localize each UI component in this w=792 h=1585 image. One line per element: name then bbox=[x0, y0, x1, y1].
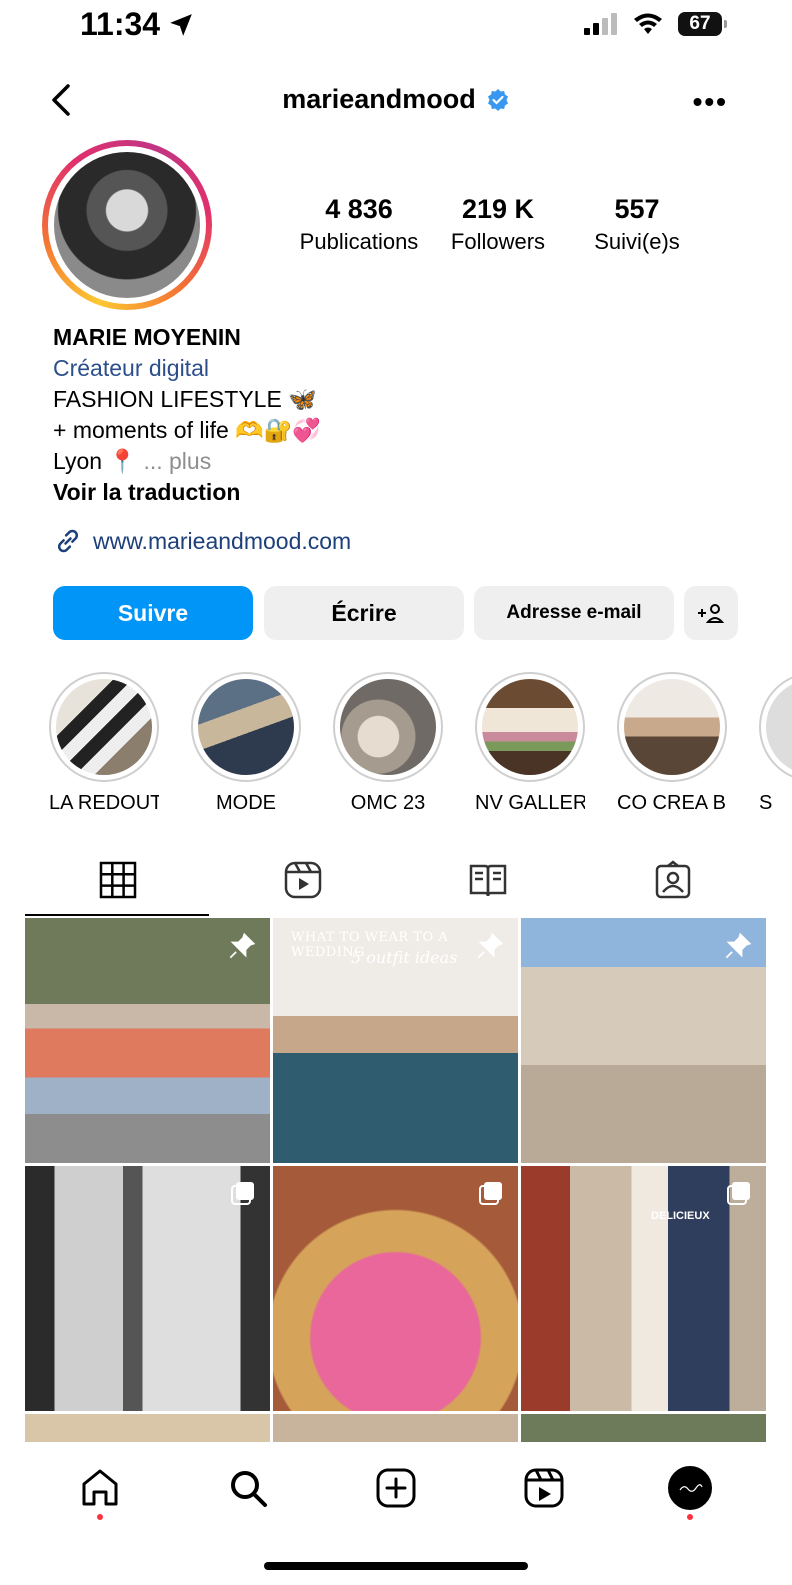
battery-indicator: 67 bbox=[678, 12, 727, 36]
reels-icon[interactable] bbox=[522, 1466, 566, 1510]
profile-notification-dot bbox=[687, 1514, 693, 1520]
profile-avatar-logo-icon bbox=[679, 1484, 703, 1492]
highlight-nv-gallery[interactable]: NV GALLERY bbox=[475, 672, 585, 815]
highlight-co-crea[interactable]: CO CREA BI... bbox=[617, 672, 727, 815]
active-tab-indicator bbox=[25, 914, 209, 916]
search-icon[interactable] bbox=[226, 1466, 270, 1510]
profile-nav-avatar[interactable] bbox=[668, 1466, 712, 1510]
avatar-border bbox=[48, 146, 206, 304]
multiple-posts-icon bbox=[479, 1182, 502, 1205]
profile-category[interactable]: Créateur digital bbox=[53, 353, 321, 384]
bio-line-3-row: Lyon 📍 ... plus bbox=[53, 446, 321, 477]
highlight-label: OMC 23 bbox=[350, 792, 426, 814]
highlight-label: MODE bbox=[216, 792, 276, 814]
pin-icon bbox=[229, 932, 256, 959]
bio-line-2: + moments of life 🫶🔐💞 bbox=[53, 417, 322, 443]
location-arrow-icon bbox=[170, 13, 192, 36]
status-time: 11:34 bbox=[80, 6, 194, 43]
wifi-icon bbox=[634, 13, 662, 34]
status-icons: 67 bbox=[584, 12, 727, 36]
profile-avatar[interactable] bbox=[42, 140, 212, 310]
post-4[interactable] bbox=[25, 1166, 270, 1411]
highlight-ring bbox=[475, 672, 585, 782]
follow-button[interactable]: Suivre bbox=[53, 586, 253, 640]
post-7[interactable] bbox=[25, 1414, 270, 1444]
profile-name: MARIE MOYENIN bbox=[53, 324, 241, 350]
stat-posts[interactable]: 4 836 Publications bbox=[296, 194, 422, 255]
signal-icon bbox=[584, 13, 617, 35]
post-2-script: 5 outfit ideas bbox=[351, 948, 458, 967]
verified-badge-icon bbox=[487, 88, 508, 111]
battery-level: 67 bbox=[689, 13, 711, 34]
stat-followers-label: Followers bbox=[450, 229, 546, 254]
multiple-posts-icon bbox=[231, 1182, 254, 1205]
clock-text: 11:34 bbox=[80, 6, 161, 42]
post-1[interactable] bbox=[25, 918, 270, 1163]
highlight-label: NV GALLERY bbox=[475, 792, 585, 814]
see-translation-link[interactable]: Voir la traduction bbox=[53, 477, 321, 508]
highlight-label: S bbox=[759, 792, 773, 814]
post-3[interactable] bbox=[521, 918, 766, 1163]
highlight-image bbox=[56, 679, 152, 775]
highlight-image bbox=[482, 679, 578, 775]
highlight-ring bbox=[759, 672, 792, 782]
home-notification-dot bbox=[97, 1514, 103, 1520]
stat-followers[interactable]: 219 K Followers bbox=[438, 194, 558, 255]
highlight-image bbox=[340, 679, 436, 775]
email-button[interactable]: Adresse e-mail bbox=[474, 586, 674, 640]
post-5[interactable] bbox=[273, 1166, 518, 1411]
add-user-icon bbox=[698, 604, 725, 623]
guides-tab-icon[interactable] bbox=[468, 860, 508, 900]
more-options-icon[interactable]: ••• bbox=[693, 86, 728, 118]
reels-tab-icon[interactable] bbox=[283, 860, 323, 900]
highlight-mode[interactable]: MODE bbox=[191, 672, 301, 815]
post-9[interactable] bbox=[521, 1414, 766, 1444]
add-user-button[interactable] bbox=[684, 586, 738, 640]
website-url: www.marieandmood.com bbox=[93, 527, 352, 554]
stat-following-label: Suivi(e)s bbox=[594, 229, 680, 254]
highlight-label: CO CREA BI... bbox=[617, 792, 727, 814]
link-icon bbox=[57, 529, 79, 553]
pin-icon bbox=[725, 932, 752, 959]
highlight-ring bbox=[49, 672, 159, 782]
stat-posts-label: Publications bbox=[299, 229, 419, 254]
highlight-partial[interactable]: S bbox=[759, 672, 792, 815]
highlight-image bbox=[624, 679, 720, 775]
stat-followers-value: 219 K bbox=[461, 194, 535, 224]
stat-following[interactable]: 557 Suivi(e)s bbox=[578, 194, 696, 255]
highlight-omc23[interactable]: OMC 23 bbox=[333, 672, 443, 815]
highlight-la-redoute[interactable]: LA REDOUT... bbox=[49, 672, 159, 815]
highlight-ring bbox=[333, 672, 443, 782]
highlight-ring bbox=[191, 672, 301, 782]
stat-posts-value: 4 836 bbox=[325, 194, 393, 224]
highlight-label: LA REDOUT... bbox=[49, 792, 159, 814]
tagged-tab-icon[interactable] bbox=[653, 860, 693, 900]
home-indicator-bar bbox=[264, 1562, 528, 1570]
bio-line-3: Lyon 📍 bbox=[53, 448, 138, 474]
bio-line-1: FASHION LIFESTYLE 🦋 bbox=[53, 386, 317, 412]
bio-more-link[interactable]: ... plus bbox=[143, 448, 211, 474]
post-6-sign: DELICIEUX bbox=[651, 1210, 710, 1222]
multiple-posts-icon bbox=[727, 1182, 750, 1205]
highlight-image bbox=[198, 679, 294, 775]
profile-bio: MARIE MOYENIN Créateur digital FASHION L… bbox=[53, 322, 321, 508]
profile-username-header: marieandmood bbox=[0, 84, 792, 115]
post-6[interactable]: DELICIEUX bbox=[521, 1166, 766, 1411]
highlight-ring bbox=[617, 672, 727, 782]
home-icon[interactable] bbox=[78, 1466, 122, 1510]
post-8[interactable] bbox=[273, 1414, 518, 1444]
stat-following-value: 557 bbox=[614, 194, 660, 224]
pin-icon bbox=[477, 932, 504, 959]
avatar-image bbox=[54, 152, 200, 298]
message-button[interactable]: Écrire bbox=[264, 586, 464, 640]
username-text: marieandmood bbox=[282, 84, 476, 114]
grid-tab-icon[interactable] bbox=[98, 860, 138, 900]
post-2[interactable]: WHAT TO WEAR TO A WEDDING 5 outfit ideas bbox=[273, 918, 518, 1163]
highlight-image bbox=[766, 679, 792, 775]
profile-website-link[interactable]: www.marieandmood.com bbox=[53, 526, 351, 556]
create-post-icon[interactable] bbox=[374, 1466, 418, 1510]
